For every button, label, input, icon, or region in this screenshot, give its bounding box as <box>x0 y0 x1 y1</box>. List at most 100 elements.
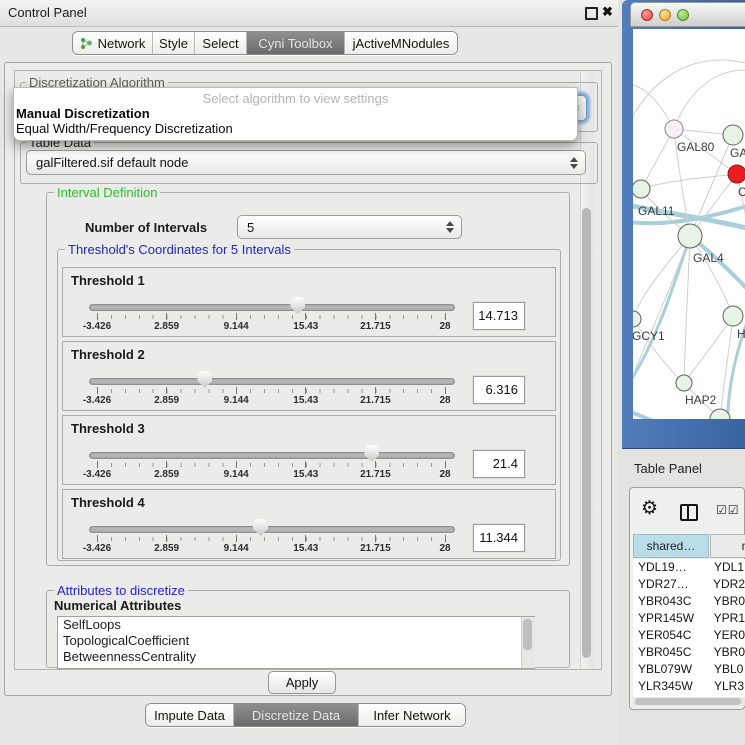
slider-major-tick <box>166 461 167 468</box>
table-row[interactable]: YER054CYER0 <box>633 627 745 644</box>
close-icon[interactable]: ✖ <box>602 4 613 20</box>
interval-definition-title: Interval Definition <box>54 185 160 200</box>
network-edge[interactable] <box>641 174 737 189</box>
dropdown-item-manual-discretization[interactable]: Manual Discretization <box>16 106 150 121</box>
tab-label: jActiveMNodules <box>353 36 450 51</box>
table-row[interactable]: YBR045CYBR0 <box>633 644 745 661</box>
slider-tick-label: 2.859 <box>143 395 191 406</box>
network-edge[interactable] <box>690 236 733 316</box>
network-node[interactable] <box>633 180 650 198</box>
slider-track[interactable] <box>89 378 455 385</box>
slider-track[interactable] <box>89 304 455 311</box>
table-cell: YER054C <box>633 627 710 644</box>
node-label: GA <box>730 146 745 160</box>
gear-icon[interactable]: ⚙ <box>641 499 658 518</box>
slider-major-tick <box>305 535 306 542</box>
network-node[interactable] <box>728 165 745 183</box>
node-label: GAL80 <box>677 140 715 154</box>
network-node[interactable] <box>665 120 683 138</box>
table-cell: YPR1 <box>710 610 745 627</box>
tab-impute-data[interactable]: Impute Data <box>146 704 234 726</box>
number-of-intervals-combobox[interactable]: 5 <box>237 215 462 239</box>
table-row[interactable]: YBL079WYBL0 <box>633 661 745 678</box>
threshold-value-field[interactable]: 21.4 <box>473 450 525 478</box>
network-edge[interactable] <box>674 70 745 129</box>
slider-major-tick <box>375 387 376 394</box>
slider-tick-label: 21.715 <box>351 543 399 554</box>
slider-major-tick <box>445 313 446 320</box>
network-edge[interactable] <box>633 60 745 124</box>
control-panel: Control Panel ✖ Network Style Select Cyn… <box>0 0 618 745</box>
node-table[interactable]: YDL19…YDL1YDR27…YDR2YBR043CYBR0YPR145WYP… <box>633 559 745 697</box>
list-item[interactable]: BetweennessCentrality <box>58 649 534 665</box>
zoom-traffic-light-icon[interactable] <box>677 9 689 21</box>
list-item[interactable]: TopologicalCoefficient <box>58 633 534 649</box>
panel-scrollbar-thumb[interactable] <box>582 208 591 658</box>
threshold-value-field[interactable]: 14.713 <box>473 302 525 330</box>
list-item[interactable]: SelfLoops <box>58 617 534 633</box>
node-label: C <box>738 185 745 199</box>
slider-major-tick <box>97 535 98 542</box>
slider-thumb[interactable] <box>197 371 212 388</box>
table-row[interactable]: YDL19…YDL1 <box>633 559 745 576</box>
threshold-label: Threshold 1 <box>71 273 145 288</box>
table-row[interactable]: YDR27…YDR2 <box>633 576 745 593</box>
tab-select[interactable]: Select <box>195 32 247 54</box>
threshold-value-field[interactable]: 6.316 <box>473 376 525 404</box>
numerical-attributes-list[interactable]: SelfLoopsTopologicalCoefficientBetweenne… <box>57 616 535 669</box>
slider-track[interactable] <box>89 452 455 459</box>
tab-discretize-data[interactable]: Discretize Data <box>234 704 359 726</box>
network-edge[interactable] <box>684 236 690 383</box>
slider-thumb[interactable] <box>253 519 268 536</box>
slider-tick-label: -3.426 <box>73 469 121 480</box>
tab-jactivemnodules[interactable]: jActiveMNodules <box>345 32 457 54</box>
threshold-panel: Threshold 4 -3.4262.8599.14415.4321.7152… <box>62 489 556 559</box>
apply-button[interactable]: Apply <box>268 671 336 694</box>
table-cell: YBL0 <box>710 661 743 678</box>
slider-tick-label: 2.859 <box>143 321 191 332</box>
network-node[interactable] <box>678 224 702 248</box>
slider-tick-label: 28 <box>421 395 469 406</box>
network-edge[interactable] <box>641 129 674 189</box>
dropdown-item-equal-width-frequency[interactable]: Equal Width/Frequency Discretization <box>16 121 233 136</box>
slider-major-tick <box>445 387 446 394</box>
table-row[interactable]: YPR145WYPR1 <box>633 610 745 627</box>
dropdown-placeholder-item[interactable]: Select algorithm to view settings <box>14 91 577 106</box>
close-traffic-light-icon[interactable] <box>641 9 653 21</box>
tab-network[interactable]: Network <box>73 32 153 54</box>
network-node[interactable] <box>676 375 692 391</box>
attributes-group-title: Attributes to discretize <box>54 583 188 598</box>
tab-style[interactable]: Style <box>153 32 195 54</box>
network-edge[interactable] <box>633 236 690 389</box>
column-header-name[interactable]: n <box>710 534 745 558</box>
slider-thumb[interactable] <box>290 297 305 314</box>
table-hscrollbar-thumb[interactable] <box>635 698 741 705</box>
tab-label: Cyni Toolbox <box>258 36 332 51</box>
combobox-arrows-icon <box>566 157 581 169</box>
table-cell: YDL1 <box>710 559 744 576</box>
table-row[interactable]: YLR345WYLR3 <box>633 678 745 695</box>
table-row[interactable]: YBR043CYBR0 <box>633 593 745 610</box>
columns-icon[interactable] <box>680 504 698 521</box>
float-panel-icon[interactable] <box>585 7 598 20</box>
table-cell: YBR045C <box>633 644 710 661</box>
threshold-label: Threshold 3 <box>71 421 145 436</box>
network-node[interactable] <box>723 306 743 326</box>
slider-track[interactable] <box>89 526 455 533</box>
network-canvas[interactable]: GAL80GACGAL11GAL4GCY1HHAP2 <box>633 29 745 419</box>
column-header-shared-name[interactable]: shared… <box>633 534 709 558</box>
slider-tick-label: 21.715 <box>351 469 399 480</box>
slider-tick-label: -3.426 <box>73 395 121 406</box>
slider-thumb[interactable] <box>364 445 379 462</box>
slider-major-tick <box>305 461 306 468</box>
threshold-value-field[interactable]: 11.344 <box>473 524 525 552</box>
table-data-combobox[interactable]: galFiltered.sif default node <box>26 150 586 175</box>
network-window-titlebar[interactable] <box>630 2 745 27</box>
tab-cyni-toolbox[interactable]: Cyni Toolbox <box>247 32 345 54</box>
list-scrollbar-thumb[interactable] <box>523 619 532 650</box>
minimize-traffic-light-icon[interactable] <box>659 9 671 21</box>
checkboxes-icon[interactable]: ☑☑ <box>716 503 740 517</box>
tab-infer-network[interactable]: Infer Network <box>359 704 465 726</box>
network-node[interactable] <box>633 311 641 327</box>
network-node[interactable] <box>723 125 743 145</box>
